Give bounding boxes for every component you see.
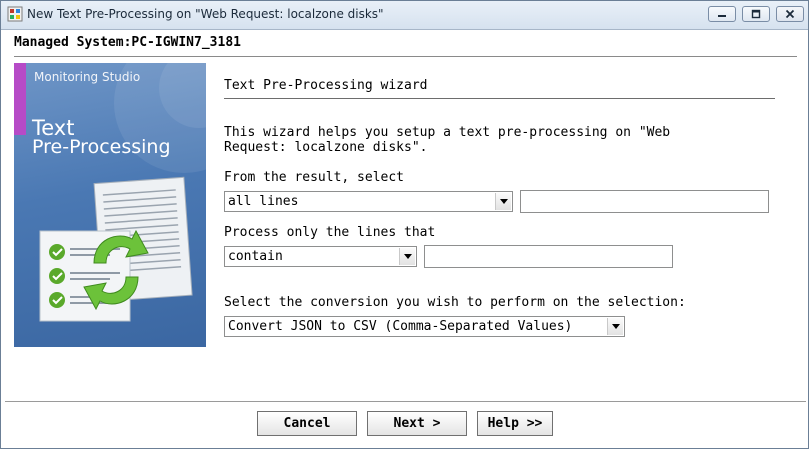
wizard-intro: This wizard helps you setup a text pre-p… xyxy=(224,125,671,155)
wizard-window: New Text Pre-Processing on "Web Request:… xyxy=(0,0,809,449)
chevron-down-icon[interactable] xyxy=(607,318,623,335)
minimize-icon xyxy=(718,15,726,17)
line-filter-input[interactable] xyxy=(424,245,673,268)
line-selection-dropdown[interactable]: all lines xyxy=(224,191,513,212)
line-filter-dropdown[interactable]: contain xyxy=(224,246,417,267)
line-selection-input[interactable] xyxy=(520,190,769,213)
select-from-label: From the result, select xyxy=(224,170,405,185)
next-button[interactable]: Next > xyxy=(367,411,467,436)
wizard-banner: Monitoring Studio Text Pre-Processing xyxy=(14,63,206,347)
chevron-down-icon[interactable] xyxy=(495,193,511,210)
wizard-heading: Text Pre-Processing wizard xyxy=(224,78,428,93)
cancel-button[interactable]: Cancel xyxy=(257,411,357,436)
conversion-dropdown[interactable]: Convert JSON to CSV (Comma-Separated Val… xyxy=(224,316,625,337)
title-bar: New Text Pre-Processing on "Web Request:… xyxy=(1,1,808,30)
wizard-heading-divider xyxy=(224,98,775,99)
maximize-icon xyxy=(751,9,761,19)
line-filter-value: contain xyxy=(228,249,283,264)
process-lines-label: Process only the lines that xyxy=(224,225,436,240)
conversion-value: Convert JSON to CSV (Comma-Separated Val… xyxy=(228,319,573,334)
close-button[interactable] xyxy=(776,6,804,22)
minimize-button[interactable] xyxy=(708,6,736,22)
footer-divider xyxy=(5,401,806,402)
window-title: New Text Pre-Processing on "Web Request:… xyxy=(27,7,384,21)
banner-brand: Monitoring Studio xyxy=(34,70,141,84)
conversion-label: Select the conversion you wish to perfor… xyxy=(224,295,686,310)
banner-title-line2: Pre-Processing xyxy=(32,136,171,158)
chevron-down-icon[interactable] xyxy=(399,248,415,265)
header-divider xyxy=(14,56,797,57)
maximize-button[interactable] xyxy=(742,6,770,22)
line-selection-value: all lines xyxy=(228,194,299,209)
help-button[interactable]: Help >> xyxy=(477,411,553,436)
banner-accent-stripe xyxy=(14,63,26,135)
app-icon xyxy=(7,6,23,22)
close-icon xyxy=(785,9,795,19)
banner-illustration xyxy=(39,63,206,322)
managed-system-label: Managed System:PC-IGWIN7_3181 xyxy=(14,35,241,50)
